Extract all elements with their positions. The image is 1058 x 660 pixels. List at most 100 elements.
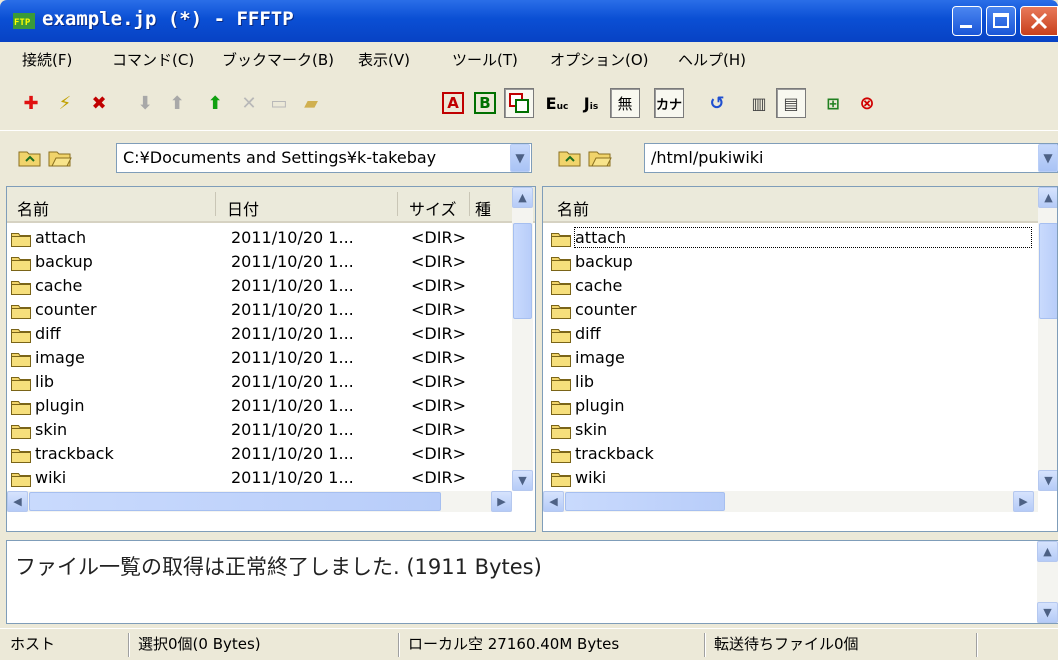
scroll-down-button[interactable]: ▼ (1038, 470, 1057, 491)
maximize-button[interactable] (986, 6, 1016, 36)
remote-open-folder-icon[interactable] (588, 148, 612, 168)
folder-icon (11, 473, 31, 487)
remote-file-row[interactable]: diff (551, 324, 1031, 348)
scroll-left-button[interactable]: ◀ (543, 491, 564, 512)
local-file-row[interactable]: skin 2011/10/20 1... <DIR> (11, 420, 511, 444)
remote-file-row[interactable]: wiki (551, 468, 1031, 492)
remote-file-row[interactable]: trackback (551, 444, 1031, 468)
remote-file-list[interactable]: 名前 attach backup cache counter diff image lib p… (542, 186, 1058, 532)
disconnect-button[interactable]: ✖ (84, 88, 114, 118)
local-file-list[interactable]: 名前 日付 サイズ 種 attach 2011/10/20 1... <DIR> ba… (6, 186, 536, 532)
menu-help[interactable]: ヘルプ(H) (678, 49, 746, 70)
column-header-size[interactable]: サイズ (409, 196, 457, 220)
local-file-row[interactable]: cache 2011/10/20 1... <DIR> (11, 276, 511, 300)
local-file-row[interactable]: counter 2011/10/20 1... <DIR> (11, 300, 511, 324)
local-file-row[interactable]: image 2011/10/20 1... <DIR> (11, 348, 511, 372)
mirror-upload-button[interactable]: ⬆ (200, 88, 230, 118)
disconnect-icon: ✖ (91, 92, 107, 114)
local-vertical-scrollbar[interactable]: ▲ ▼ (512, 187, 533, 491)
scroll-up-button[interactable]: ▲ (1037, 541, 1058, 562)
auto-mode-button[interactable] (504, 88, 534, 118)
remote-file-row[interactable]: counter (551, 300, 1031, 324)
local-up-folder-icon[interactable] (18, 148, 42, 168)
local-path-bar: C:¥Documents and Settings¥k-takebay ▼ (0, 138, 535, 180)
scroll-left-button[interactable]: ◀ (7, 491, 28, 512)
close-button[interactable] (1020, 6, 1058, 36)
kanji-none-button[interactable]: 無 (610, 88, 640, 118)
make-directory-button[interactable]: ▰ (296, 88, 326, 118)
file-name: attach (35, 228, 87, 247)
scroll-right-button[interactable]: ▶ (1013, 491, 1034, 512)
stop-button[interactable]: ⊗ (852, 88, 882, 118)
local-file-row[interactable]: backup 2011/10/20 1... <DIR> (11, 252, 511, 276)
refresh-button[interactable]: ↺ (702, 88, 732, 118)
local-path-input[interactable]: C:¥Documents and Settings¥k-takebay (116, 143, 532, 173)
scroll-down-button[interactable]: ▼ (512, 470, 533, 491)
remote-file-row[interactable]: image (551, 348, 1031, 372)
column-header-type[interactable]: 種 (475, 196, 491, 220)
local-file-row[interactable]: lib 2011/10/20 1... <DIR> (11, 372, 511, 396)
kana-icon: カナ (655, 97, 682, 113)
menu-options[interactable]: オプション(O) (550, 49, 649, 70)
scroll-up-button[interactable]: ▲ (512, 187, 533, 208)
remote-path-input[interactable]: /html/pukiwiki (644, 143, 1058, 173)
detail-view-button[interactable]: ▤ (776, 88, 806, 118)
scroll-up-button[interactable]: ▲ (1038, 187, 1057, 208)
minimize-icon (960, 25, 972, 28)
quick-connect-button[interactable]: ⚡ (50, 88, 80, 118)
remote-file-row[interactable]: cache (551, 276, 1031, 300)
scroll-thumb[interactable] (1039, 223, 1057, 319)
scroll-right-button[interactable]: ▶ (491, 491, 512, 512)
menu-command[interactable]: コマンド(C) (112, 49, 194, 70)
local-file-row[interactable]: wiki 2011/10/20 1... <DIR> (11, 468, 511, 492)
remote-vertical-scrollbar[interactable]: ▲ ▼ (1038, 187, 1057, 491)
menu-view[interactable]: 表示(V) (358, 49, 410, 70)
remote-horizontal-scrollbar[interactable]: ◀ ▶ (543, 491, 1038, 512)
list-view-button[interactable]: ▥ (744, 88, 774, 118)
chevron-left-icon: ◀ (549, 495, 558, 508)
local-file-row[interactable]: plugin 2011/10/20 1... <DIR> (11, 396, 511, 420)
remote-list-header: 名前 (543, 187, 1057, 223)
column-header-name[interactable]: 名前 (17, 196, 49, 220)
remote-path-dropdown[interactable]: ▼ (1038, 144, 1058, 172)
delete-button[interactable]: ✕ (234, 88, 264, 118)
minimize-button[interactable] (952, 6, 982, 36)
local-file-row[interactable]: trackback 2011/10/20 1... <DIR> (11, 444, 511, 468)
upload-button[interactable]: ⬆ (162, 88, 192, 118)
column-header-name[interactable]: 名前 (557, 196, 589, 220)
remote-file-row[interactable]: skin (551, 420, 1031, 444)
menu-connect[interactable]: 接続(F) (22, 49, 72, 70)
menu-tools[interactable]: ツール(T) (452, 49, 518, 70)
log-pane[interactable]: ファイル一覧の取得は正常終了しました. (1911 Bytes) ▲ ▼ (6, 540, 1058, 624)
menu-bookmark[interactable]: ブックマーク(B) (222, 49, 334, 70)
local-open-folder-icon[interactable] (48, 148, 72, 168)
sync-folder-button[interactable]: ⊞ (818, 88, 848, 118)
local-path-dropdown[interactable]: ▼ (510, 144, 530, 172)
scroll-down-button[interactable]: ▼ (1037, 602, 1058, 623)
local-horizontal-scrollbar[interactable]: ◀ ▶ (7, 491, 512, 512)
remote-file-row[interactable]: attach (551, 227, 1032, 252)
kana-convert-button[interactable]: カナ (654, 88, 684, 118)
header-separator (397, 192, 398, 216)
kanji-jis-button[interactable]: Jis (576, 88, 606, 118)
ascii-mode-button[interactable]: A (438, 88, 468, 118)
binary-mode-button[interactable]: B (470, 88, 500, 118)
rename-icon: ▭ (270, 92, 288, 114)
remote-file-row[interactable]: backup (551, 252, 1031, 276)
scroll-thumb[interactable] (29, 492, 441, 511)
local-file-row[interactable]: attach 2011/10/20 1... <DIR> (11, 228, 511, 252)
log-vertical-scrollbar[interactable]: ▲ ▼ (1037, 541, 1058, 623)
scroll-thumb[interactable] (513, 223, 532, 319)
scroll-thumb[interactable] (565, 492, 725, 511)
kanji-euc-button[interactable]: Euc (542, 88, 572, 118)
local-file-row[interactable]: diff 2011/10/20 1... <DIR> (11, 324, 511, 348)
connect-button[interactable]: ✚ (16, 88, 46, 118)
folder-icon (11, 281, 31, 295)
download-button[interactable]: ⬇ (130, 88, 160, 118)
remote-file-row[interactable]: plugin (551, 396, 1031, 420)
remote-file-row[interactable]: lib (551, 372, 1031, 396)
title-bar[interactable]: FTP example.jp (*) - FFFTP (0, 0, 1058, 42)
remote-up-folder-icon[interactable] (558, 148, 582, 168)
rename-button[interactable]: ▭ (264, 88, 294, 118)
column-header-date[interactable]: 日付 (227, 196, 259, 220)
